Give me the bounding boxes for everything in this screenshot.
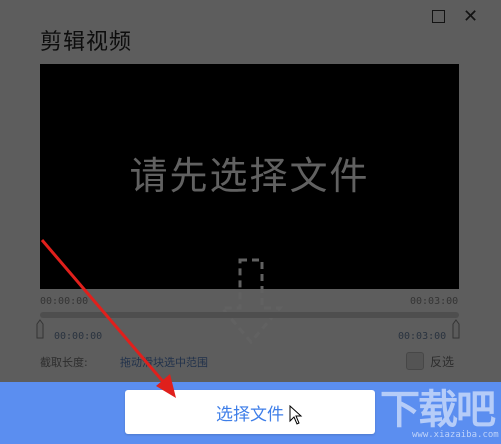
invert-selection-label[interactable]: 反选 [430,353,454,370]
range-start-handle[interactable] [36,319,44,339]
range-end-time: 00:03:00 [398,331,447,342]
empty-player-message: 请先选择文件 [129,154,370,198]
close-button[interactable]: ✕ [463,8,478,26]
maximize-button[interactable] [432,10,445,23]
select-file-button[interactable]: 选择文件 [125,390,375,434]
cursor-icon [289,405,303,425]
clip-video-window: 剪辑视频 ✕ 请先选择文件 00:00:00 00:03:00 00:00:00… [0,0,501,444]
range-start-time: 00:00:00 [54,331,103,342]
invert-selection-checkbox[interactable] [406,352,424,370]
clip-length-label: 截取长度: [40,356,88,369]
clip-length-hint: 拖动滑块选中范围 [120,356,208,369]
watermark-url: www.xiazaiba.com [412,430,499,440]
timeline-track[interactable] [40,312,459,318]
timeline-end-time: 00:03:00 [410,296,459,307]
timeline-start-time: 00:00:00 [40,296,89,307]
range-end-handle[interactable] [452,319,460,339]
window-title: 剪辑视频 [40,30,133,55]
video-preview: 请先选择文件 [40,64,459,289]
dashed-down-arrow-icon [218,258,284,345]
